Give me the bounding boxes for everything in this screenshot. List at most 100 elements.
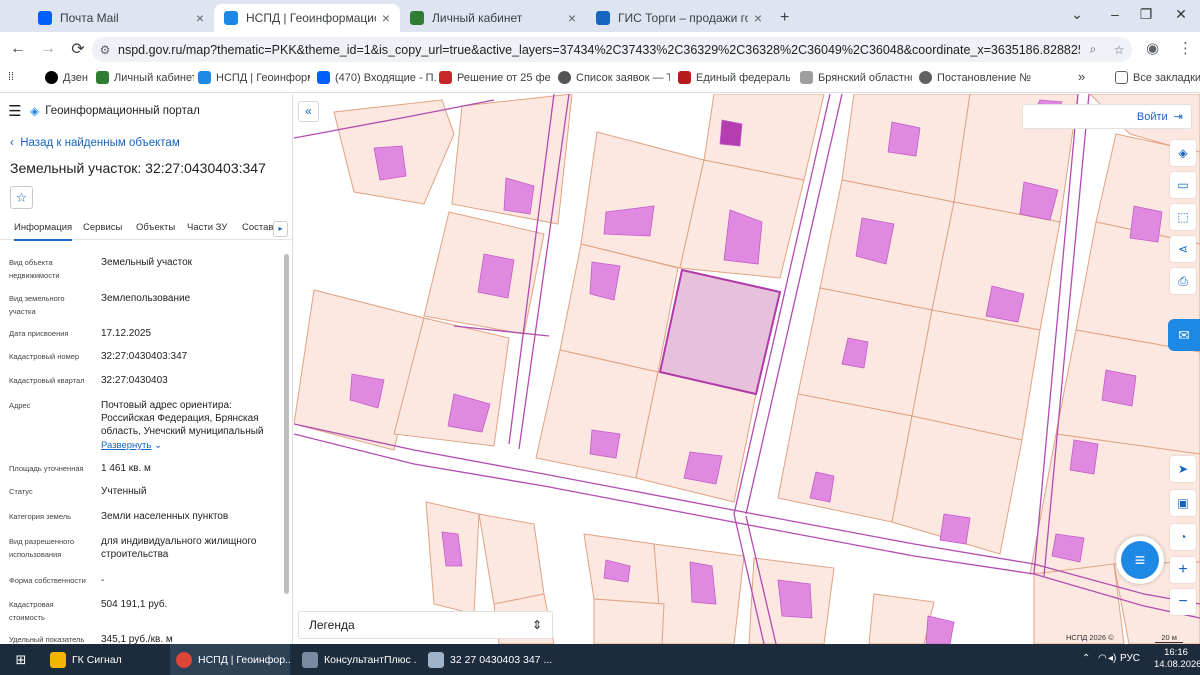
tab-torgi[interactable]: ГИС Торги – продажи государ ×	[586, 4, 772, 32]
building[interactable]	[777, 579, 813, 619]
building[interactable]	[1069, 439, 1099, 475]
legend-panel[interactable]: Легенда ⇕	[298, 611, 553, 639]
select-area-icon[interactable]: ⬚	[1170, 204, 1196, 230]
bookmark-item[interactable]: Список заявок — Т...	[558, 71, 670, 84]
tab-services[interactable]: Сервисы	[83, 222, 122, 233]
close-tab-icon[interactable]: ×	[568, 10, 576, 26]
field-label: Дата присвоения	[9, 329, 69, 338]
field-value: -	[101, 575, 105, 586]
back-to-results-link[interactable]: ‹ Назад к найденным объектам	[10, 137, 180, 149]
zoom-icon[interactable]: ⌕	[1080, 42, 1106, 57]
tray-arrow-icon[interactable]: ⌃	[1082, 653, 1090, 664]
share-icon[interactable]: ⋖	[1170, 236, 1196, 262]
taskbar-item[interactable]: НСПД | Геоинфор...	[170, 644, 290, 675]
bookmark-item[interactable]: Брянский областно...	[800, 71, 912, 84]
language-indicator[interactable]: РУС	[1120, 653, 1140, 664]
screen-icon[interactable]: ▣	[1170, 490, 1196, 516]
tab-cabinet[interactable]: Личный кабинет ×	[400, 4, 586, 32]
minimize-icon[interactable]: –	[1100, 6, 1130, 22]
tab-title: НСПД | Геоинформационный п	[246, 11, 376, 25]
forward-icon[interactable]: →	[36, 40, 60, 58]
reload-icon[interactable]: ⟳	[66, 39, 90, 59]
close-tab-icon[interactable]: ×	[754, 10, 762, 26]
bookmark-item[interactable]: Дзен	[45, 71, 90, 84]
collapse-panel-button[interactable]: «	[298, 101, 319, 122]
bookmark-item[interactable]: Личный кабинет	[96, 71, 194, 84]
back-icon[interactable]: ←	[6, 40, 30, 58]
basemap-icon[interactable]: ◔	[1170, 524, 1196, 550]
building[interactable]	[477, 253, 515, 299]
taskbar-item[interactable]: КонсультантПлюс ...	[296, 644, 416, 675]
tab-composition[interactable]: Состав	[242, 222, 273, 233]
building[interactable]	[589, 429, 621, 459]
building[interactable]	[719, 119, 743, 147]
print-icon[interactable]: ⎙	[1170, 268, 1196, 294]
restore-icon[interactable]: ❐	[1131, 6, 1161, 23]
clock[interactable]: 16:16 14.08.2026	[1154, 647, 1200, 671]
apps-icon[interactable]: ⁞⁞	[8, 71, 14, 83]
ruler-icon[interactable]: ▭	[1170, 172, 1196, 198]
tab-parts[interactable]: Части ЗУ	[187, 222, 227, 233]
building[interactable]	[373, 145, 407, 181]
bookmark-label: Единый федеральн...	[696, 71, 790, 84]
taskbar-item[interactable]: ГК Сигнал	[44, 644, 164, 675]
building[interactable]	[1129, 205, 1163, 243]
parcel[interactable]	[635, 371, 757, 503]
scrollbar-thumb[interactable]	[284, 254, 289, 594]
geolocation-icon[interactable]: ➤	[1170, 456, 1196, 482]
cadastral-map[interactable]: « Войти ⇥ ◈ ▭ ⬚ ⋖ ⎙ ✉ ➤ ▣ ◔ + − ≡ Легенд…	[294, 94, 1200, 644]
tabs-scroll-right-icon[interactable]: ▸	[273, 221, 288, 237]
volume-icon[interactable]: ◂)	[1108, 653, 1116, 664]
zoom-in-icon[interactable]: +	[1170, 557, 1196, 583]
close-tab-icon[interactable]: ×	[382, 10, 390, 26]
taskbar-item[interactable]: 32 27 0430403 347 ...	[422, 644, 552, 675]
more-bookmarks-icon[interactable]: »	[1078, 69, 1085, 84]
layers-icon[interactable]: ◈	[1170, 140, 1196, 166]
network-icon[interactable]: ◠	[1098, 653, 1107, 664]
bookmark-item[interactable]: Решение от 25 фев...	[439, 71, 551, 84]
bookmark-item[interactable]: Постановление №...	[919, 71, 1031, 84]
list-icon	[558, 71, 571, 84]
bookmark-item[interactable]: (470) Входящие - П...	[317, 71, 437, 84]
favorite-star-icon[interactable]: ☆	[10, 186, 33, 209]
address-bar[interactable]: ⚙ nspd.gov.ru/map?thematic=PKK&theme_id=…	[92, 37, 1132, 62]
tab-information[interactable]: Информация	[14, 222, 73, 241]
login-button[interactable]: Войти ⇥	[1022, 104, 1192, 129]
building[interactable]	[887, 121, 921, 157]
zoom-out-icon[interactable]: −	[1170, 589, 1196, 615]
close-tab-icon[interactable]: ×	[196, 10, 204, 26]
tab-search-icon[interactable]: ⌄	[1062, 6, 1092, 23]
menu-icon[interactable]: ☰	[0, 102, 30, 120]
expand-link[interactable]: Развернуть ⌄	[101, 439, 271, 452]
close-window-icon[interactable]: ✕	[1166, 6, 1196, 23]
tab-mail[interactable]: Почта Mail ×	[28, 4, 214, 32]
parcel[interactable]	[868, 593, 935, 644]
bookmark-star-icon[interactable]: ☆	[1106, 43, 1132, 57]
support-chat-button[interactable]: ≡	[1116, 536, 1164, 584]
new-tab-button[interactable]: +	[774, 4, 800, 32]
tab-objects[interactable]: Объекты	[136, 222, 175, 233]
field-label: Статус	[9, 487, 33, 496]
bookmark-item[interactable]: Единый федеральн...	[678, 71, 790, 84]
expand-toggle-icon[interactable]: ⇕	[532, 618, 542, 632]
document-icon	[439, 71, 452, 84]
building[interactable]	[1101, 369, 1137, 407]
windows-start-icon[interactable]: ⊞	[6, 644, 36, 675]
building[interactable]	[689, 561, 717, 605]
all-bookmarks[interactable]: Все закладки	[1115, 71, 1200, 84]
site-settings-icon[interactable]: ⚙	[92, 43, 118, 57]
mail-icon	[317, 71, 330, 84]
parcel[interactable]	[559, 243, 679, 373]
building[interactable]	[939, 513, 971, 545]
map-attribution: НСПД 2026 © 20 м	[1066, 633, 1183, 643]
building[interactable]	[683, 451, 723, 485]
map-canvas[interactable]	[294, 94, 1200, 644]
help-chat-icon[interactable]: ✉	[1168, 319, 1200, 351]
profile-icon[interactable]: ◉	[1146, 39, 1159, 57]
tab-nspd[interactable]: НСПД | Геоинформационный п ×	[214, 4, 400, 32]
parcel[interactable]	[593, 598, 665, 644]
bookmark-item[interactable]: НСПД | Геоинформ...	[198, 71, 310, 84]
panel-scrollbar[interactable]	[283, 254, 290, 639]
menu-icon[interactable]: ⋮	[1178, 39, 1193, 57]
folder-icon	[1115, 71, 1128, 84]
